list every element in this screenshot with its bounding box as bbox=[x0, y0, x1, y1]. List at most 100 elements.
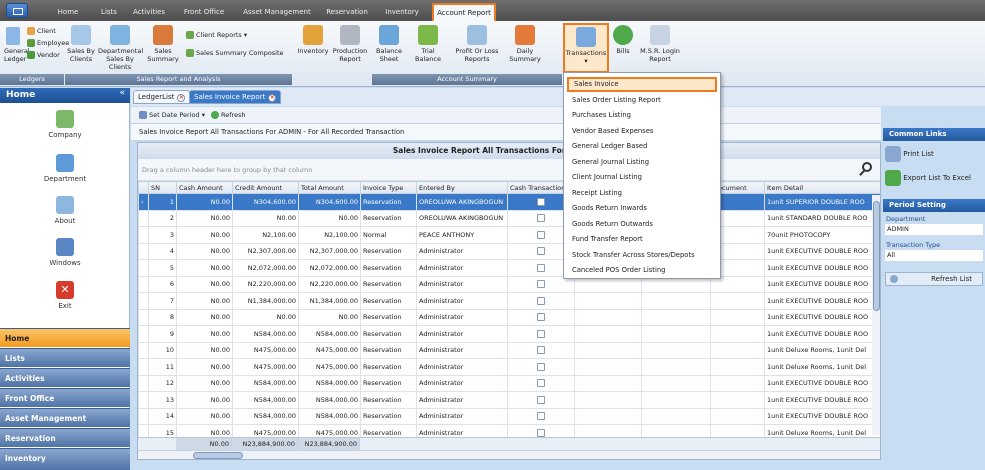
refresh-button[interactable]: Refresh bbox=[211, 111, 246, 120]
menu-item[interactable]: Canceled POS Order Listing bbox=[567, 263, 717, 278]
cash-transaction-checkbox[interactable] bbox=[537, 214, 545, 223]
navbar-activities[interactable]: Activities bbox=[0, 368, 130, 387]
column-header[interactable]: Credit Amount bbox=[232, 181, 299, 194]
menu-item[interactable]: Stock Transfer Across Stores/Depots bbox=[567, 248, 717, 263]
cash-transaction-checkbox[interactable] bbox=[537, 263, 545, 272]
transactions-button[interactable]: Transactions ▾ bbox=[563, 23, 609, 73]
scroll-thumb[interactable] bbox=[193, 452, 243, 459]
transaction-type-field[interactable]: All bbox=[885, 250, 983, 261]
nav-item-company[interactable]: Company bbox=[0, 110, 130, 139]
app-menu-button[interactable] bbox=[6, 3, 28, 18]
close-icon[interactable]: × bbox=[177, 94, 186, 102]
tab-home[interactable]: Home bbox=[48, 5, 88, 19]
cash-transaction-checkbox[interactable] bbox=[537, 346, 545, 355]
client-reports-button[interactable]: Client Reports ▾ bbox=[186, 31, 247, 40]
menu-item[interactable]: Receipt Listing bbox=[567, 186, 717, 201]
table-row[interactable]: 12 N0.00 N584,000.00 N584,000.00 Reservation… bbox=[138, 374, 880, 392]
menu-item[interactable]: Goods Return Outwards bbox=[567, 217, 717, 232]
cash-transaction-checkbox[interactable] bbox=[537, 379, 545, 388]
inventory-report-button[interactable]: Inventory bbox=[296, 25, 330, 55]
navbar-asset-management[interactable]: Asset Management bbox=[0, 408, 130, 427]
table-row[interactable]: 5 N0.00 N2,072,000.00 N2,072,000.00 Reservat… bbox=[138, 259, 880, 277]
general-ledger-button[interactable]: General Ledger bbox=[4, 47, 30, 63]
table-row[interactable]: › 1 N0.00 N304,600.00 N304,600.00 Reservation… bbox=[138, 193, 880, 211]
tab-front-office[interactable]: Front Office bbox=[178, 5, 230, 19]
sales-summary-composite-button[interactable]: Sales Summary Composite bbox=[186, 49, 284, 58]
table-row[interactable]: 6 N0.00 N2,220,000.00 N2,220,000.00 Reservat… bbox=[138, 275, 880, 293]
column-header[interactable]: Cash Amount bbox=[176, 181, 233, 194]
column-header[interactable]: Item Detail bbox=[764, 181, 880, 194]
navbar-lists[interactable]: Lists bbox=[0, 348, 130, 367]
vendor-button[interactable]: Vendor bbox=[27, 51, 60, 60]
doc-tab-ledgerlist[interactable]: LedgerList × bbox=[133, 90, 191, 104]
cash-transaction-checkbox[interactable] bbox=[537, 280, 545, 289]
set-date-period-button[interactable]: Set Date Period ▾ bbox=[139, 111, 205, 120]
nav-item-about[interactable]: About bbox=[0, 196, 130, 225]
daily-summary-button[interactable]: Daily Summary bbox=[506, 25, 544, 63]
column-header[interactable]: SN bbox=[148, 181, 177, 194]
cash-transaction-checkbox[interactable] bbox=[537, 362, 545, 371]
balance-sheet-button[interactable]: Balance Sheet bbox=[374, 25, 404, 63]
departmental-sales-button[interactable]: Departmental Sales By Clients bbox=[98, 25, 143, 71]
cash-transaction-checkbox[interactable] bbox=[537, 197, 545, 206]
navbar-front-office[interactable]: Front Office bbox=[0, 388, 130, 407]
table-row[interactable]: 7 N0.00 N1,384,000.00 N1,384,000.00 Reservat… bbox=[138, 292, 880, 310]
horizontal-scrollbar[interactable] bbox=[138, 450, 880, 459]
cash-transaction-checkbox[interactable] bbox=[537, 230, 545, 239]
column-header[interactable]: Invoice Type bbox=[360, 181, 417, 194]
menu-item[interactable]: General Ledger Based bbox=[567, 139, 717, 154]
table-row[interactable]: 3 N0.00 N2,100.00 N2,100.00 Normal PEACE ANTH… bbox=[138, 226, 880, 244]
cash-transaction-checkbox[interactable] bbox=[537, 329, 545, 338]
nav-item-exit[interactable]: ✕ Exit bbox=[0, 281, 130, 310]
bills-button[interactable]: Bills bbox=[612, 25, 634, 55]
column-header[interactable]: Total Amount bbox=[298, 181, 361, 194]
group-by-panel[interactable]: Drag a column header here to group by th… bbox=[138, 159, 880, 181]
refresh-list-button[interactable]: Refresh List bbox=[885, 272, 983, 286]
tab-asset-management[interactable]: Asset Management bbox=[238, 5, 316, 19]
menu-item[interactable]: General Journal Listing bbox=[567, 155, 717, 170]
trial-balance-button[interactable]: Trial Balance bbox=[410, 25, 446, 63]
cash-transaction-checkbox[interactable] bbox=[537, 428, 545, 437]
cash-transaction-checkbox[interactable] bbox=[537, 395, 545, 404]
doc-tab-sales-invoice-report[interactable]: Sales Invoice Report × bbox=[189, 90, 282, 104]
scroll-thumb[interactable] bbox=[873, 201, 880, 311]
nav-collapse-button[interactable]: « bbox=[119, 88, 125, 98]
table-row[interactable]: 9 N0.00 N584,000.00 N584,000.00 Reservation A… bbox=[138, 325, 880, 343]
client-button[interactable]: Client bbox=[27, 27, 56, 36]
menu-item[interactable]: Fund Transfer Report bbox=[567, 232, 717, 247]
table-row[interactable]: 8 N0.00 N0.00 N0.00 Reservation Administrator… bbox=[138, 308, 880, 326]
table-row[interactable]: 2 N0.00 N0.00 N0.00 Reservation OREOLUWA AKIN… bbox=[138, 209, 880, 227]
msr-login-report-button[interactable]: M.S.R. Login Report bbox=[640, 25, 680, 63]
tab-lists[interactable]: Lists bbox=[95, 5, 123, 19]
cash-transaction-checkbox[interactable] bbox=[537, 313, 545, 322]
tab-activities[interactable]: Activities bbox=[128, 5, 170, 19]
menu-item[interactable]: Client Journal Listing bbox=[567, 170, 717, 185]
export-excel-button[interactable]: Export List To Excel bbox=[885, 170, 971, 186]
department-field[interactable]: ADMIN bbox=[885, 224, 983, 235]
print-list-button[interactable]: Print List bbox=[885, 146, 934, 162]
nav-item-department[interactable]: Department bbox=[0, 154, 130, 183]
navbar-home[interactable]: Home bbox=[0, 328, 130, 347]
table-row[interactable]: 10 N0.00 N475,000.00 N475,000.00 Reservation… bbox=[138, 341, 880, 359]
menu-item[interactable]: Sales Invoice bbox=[567, 77, 717, 92]
table-row[interactable]: 11 N0.00 N475,000.00 N475,000.00 Reservation… bbox=[138, 358, 880, 376]
profit-or-loss-button[interactable]: Profit Or Loss Reports bbox=[452, 25, 502, 63]
production-report-button[interactable]: Production Report bbox=[332, 25, 368, 63]
cash-transaction-checkbox[interactable] bbox=[537, 296, 545, 305]
table-row[interactable]: 14 N0.00 N584,000.00 N584,000.00 Reservation… bbox=[138, 407, 880, 425]
menu-item[interactable]: Goods Return Inwards bbox=[567, 201, 717, 216]
tab-account-report[interactable]: Account Report bbox=[432, 3, 496, 21]
column-header[interactable]: Entered By bbox=[416, 181, 508, 194]
navbar-inventory[interactable]: Inventory bbox=[0, 448, 130, 470]
tab-reservation[interactable]: Reservation bbox=[322, 5, 372, 19]
table-row[interactable]: 13 N0.00 N584,000.00 N584,000.00 Reservation… bbox=[138, 391, 880, 409]
employee-button[interactable]: Employee bbox=[27, 39, 69, 48]
cash-transaction-checkbox[interactable] bbox=[537, 412, 545, 421]
close-icon[interactable]: × bbox=[268, 94, 277, 102]
search-icon[interactable] bbox=[862, 162, 872, 172]
sales-summary-button[interactable]: Sales Summary bbox=[145, 25, 181, 63]
menu-item[interactable]: Purchases Listing bbox=[567, 108, 717, 123]
menu-item[interactable]: Vendor Based Expenses bbox=[567, 124, 717, 139]
cash-transaction-checkbox[interactable] bbox=[537, 247, 545, 256]
navbar-reservation[interactable]: Reservation bbox=[0, 428, 130, 447]
